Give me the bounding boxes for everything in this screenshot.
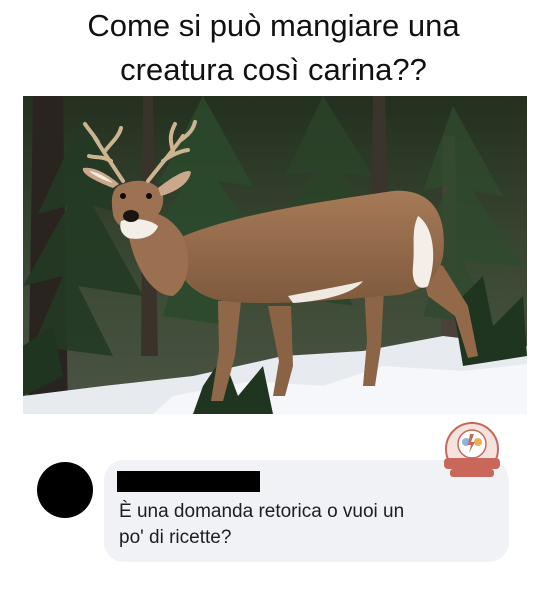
meme-caption-line-1: Come si può mangiare una <box>87 8 460 43</box>
comment-text-line-2: po' di ricette? <box>119 527 232 548</box>
watermark-logo <box>441 420 503 482</box>
commenter-name-redacted <box>117 471 260 492</box>
watermark-badge-icon <box>444 422 500 477</box>
commenter-avatar[interactable] <box>37 462 93 518</box>
deer-illustration <box>23 96 527 414</box>
comment-text-line-1: È una domanda retorica o vuoi un <box>119 501 405 522</box>
deer-photo <box>23 96 527 414</box>
meme-caption: Come si può mangiare una creatura così c… <box>0 4 547 92</box>
meme-caption-line-2: creatura così carina?? <box>120 52 427 87</box>
comment-text: È una domanda retorica o vuoi un po' di … <box>119 499 499 551</box>
